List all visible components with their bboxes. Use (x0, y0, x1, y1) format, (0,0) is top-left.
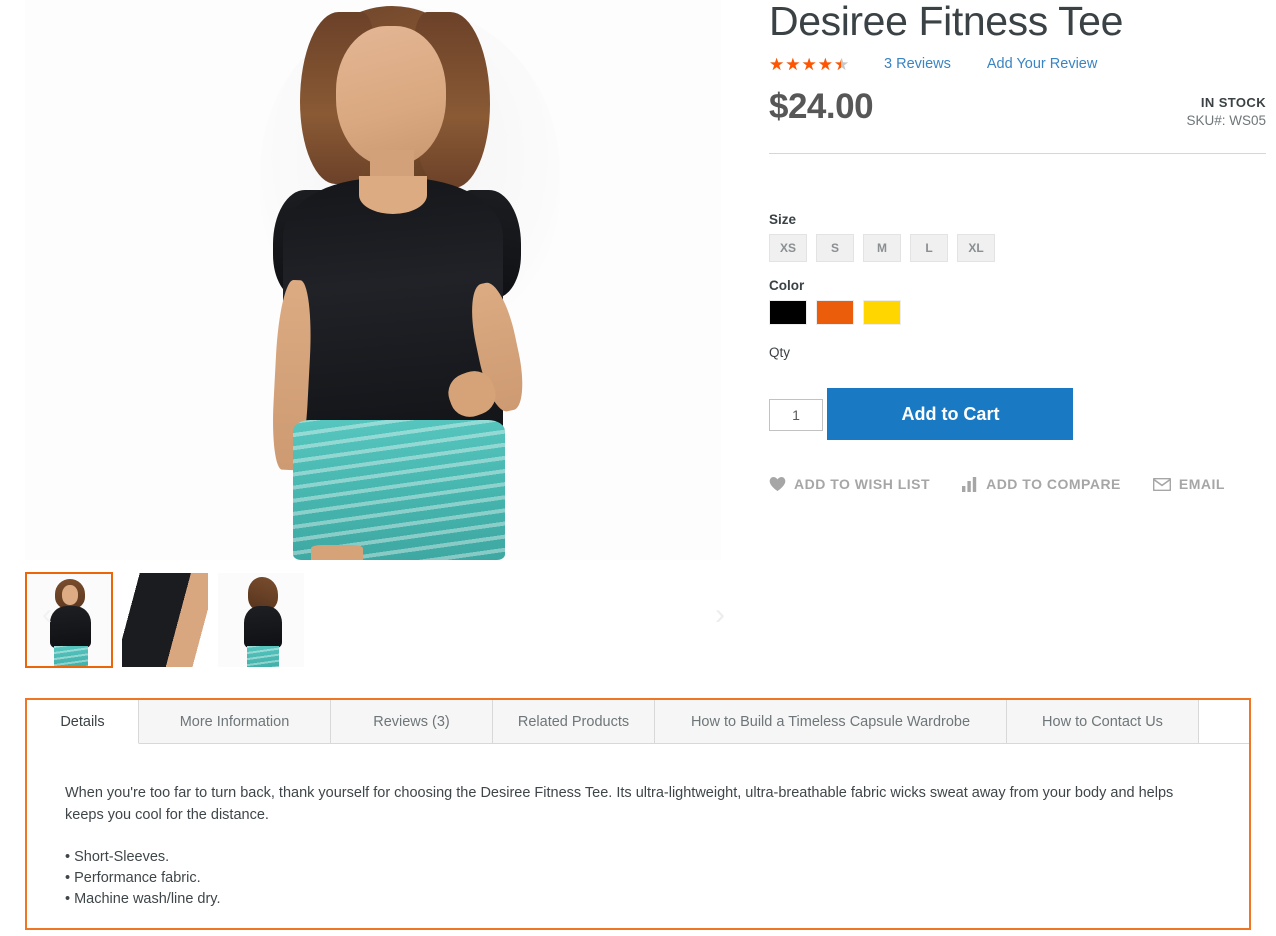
product-info: Desiree Fitness Tee ★★★★★ ★★★★★ 3 Review… (769, 0, 1266, 492)
product-description: When you're too far to turn back, thank … (65, 785, 1174, 824)
add-to-compare-label: ADD TO COMPARE (986, 476, 1121, 493)
list-item: • Machine wash/line dry. (65, 890, 221, 907)
tab-more-information[interactable]: More Information (139, 700, 331, 744)
tab-how-to-contact-us[interactable]: How to Contact Us (1007, 700, 1199, 744)
tab-panel-details: When you're too far to turn back, thank … (27, 744, 1249, 910)
color-label: Color (769, 278, 805, 294)
size-option-m[interactable]: M (863, 234, 901, 263)
list-item: • Performance fabric. (65, 869, 201, 886)
tab-reviews[interactable]: Reviews (3) (331, 700, 493, 744)
product-photo (25, 0, 721, 560)
list-item: • Short-Sleeves. (65, 848, 170, 865)
size-label: Size (769, 212, 797, 228)
qty-label: Qty (769, 345, 791, 361)
size-swatches: XS S M L XL (769, 234, 1266, 263)
reviews-link[interactable]: 3 Reviews (884, 56, 951, 72)
tab-strip: Details More Information Reviews (3) Rel… (27, 700, 1249, 744)
rating-row: ★★★★★ ★★★★★ 3 Reviews Add Your Review (769, 53, 1266, 75)
add-to-wishlist-link[interactable]: ADD TO WISH LIST (769, 476, 930, 492)
star-rating-filled: ★★★★★ (769, 55, 841, 73)
status-badge: IN STOCK (1200, 95, 1266, 111)
product-actions: ADD TO WISH LIST ADD TO COMPARE EMAIL (769, 476, 1266, 492)
chevron-left-icon[interactable]: ‹ (30, 598, 64, 632)
size-option-s[interactable]: S (816, 234, 854, 263)
main-product-image[interactable] (25, 0, 721, 560)
envelope-icon (1152, 477, 1171, 491)
product-price: $24.00 (769, 87, 874, 127)
color-option-orange[interactable] (816, 300, 854, 326)
tab-details[interactable]: Details (27, 700, 139, 744)
star-rating: ★★★★★ ★★★★★ (769, 56, 853, 73)
tab-capsule-wardrobe[interactable]: How to Build a Timeless Capsule Wardrobe (655, 700, 1007, 744)
color-option-yellow[interactable] (863, 300, 901, 326)
color-swatches (769, 300, 1266, 326)
add-to-cart-button[interactable]: Add to Cart (827, 388, 1074, 441)
size-option-l[interactable]: L (910, 234, 948, 263)
price-row: $24.00 IN STOCK SKU#: WS05 (769, 87, 1266, 149)
email-link[interactable]: EMAIL (1152, 476, 1225, 493)
quantity-stepper[interactable] (769, 398, 823, 431)
add-to-wishlist-label: ADD TO WISH LIST (794, 476, 931, 493)
add-to-compare-link[interactable]: ADD TO COMPARE (962, 476, 1121, 492)
page-title: Desiree Fitness Tee (769, 0, 1123, 44)
thumbnail-strip (25, 572, 725, 668)
product-feature-list: • Short-Sleeves. • Performance fabric. •… (65, 847, 1211, 910)
bar-chart-icon (962, 476, 978, 492)
size-option-xs[interactable]: XS (769, 234, 807, 263)
product-sku: SKU#: WS05 (1186, 113, 1266, 129)
tab-strip-filler (1199, 700, 1249, 744)
product-page: ‹ › Desiree Fitness Tee ★★★★★ ★★★★★ 3 Re… (0, 0, 1276, 936)
email-label: EMAIL (1178, 476, 1225, 493)
chevron-right-icon[interactable]: › (703, 598, 737, 632)
tab-related-products[interactable]: Related Products (493, 700, 655, 744)
add-review-link[interactable]: Add Your Review (987, 56, 1097, 72)
thumbnail-back[interactable] (217, 572, 305, 668)
product-gallery: ‹ › (0, 0, 745, 690)
size-option-xl[interactable]: XL (957, 234, 995, 263)
heart-icon (769, 476, 786, 492)
product-tabs-section: Details More Information Reviews (3) Rel… (25, 698, 1251, 930)
availability-block: IN STOCK SKU#: WS05 (1186, 95, 1266, 128)
thumbnail-sleeve-detail[interactable] (121, 572, 209, 668)
color-option-black[interactable] (769, 300, 807, 326)
